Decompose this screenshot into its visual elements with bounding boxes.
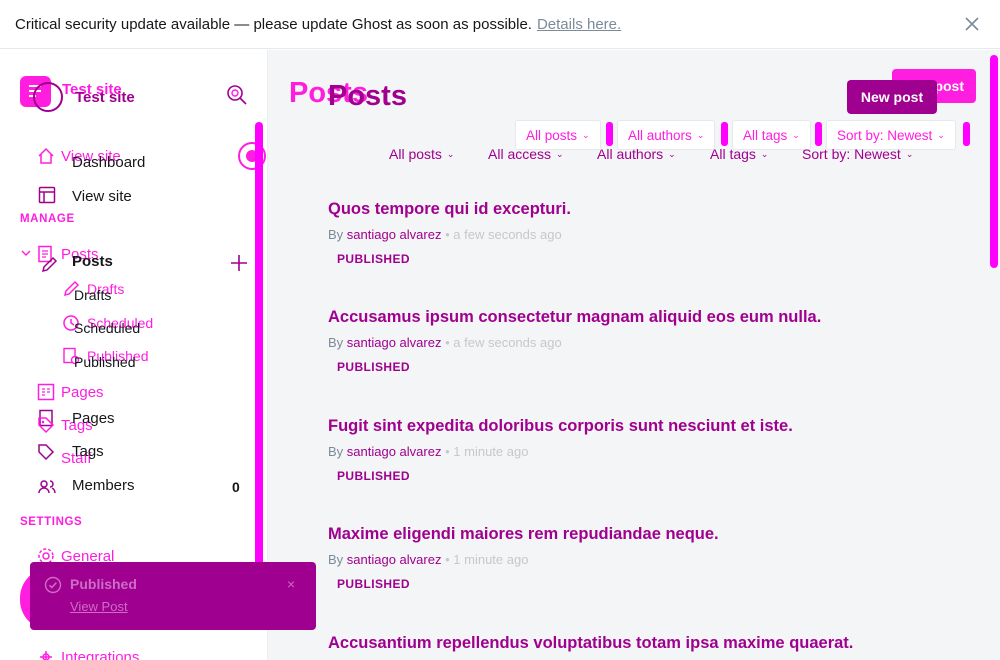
list-item[interactable]: Quos tempore qui id excepturi. By santia… xyxy=(328,200,571,266)
filter-divider xyxy=(815,122,822,146)
view-post-link[interactable]: View Post xyxy=(70,599,128,614)
search-icon[interactable] xyxy=(226,84,248,106)
filter-authors[interactable]: All authors ⌄ xyxy=(597,146,676,162)
post-by: By xyxy=(328,444,344,459)
status-badge: PUBLISHED xyxy=(337,577,410,591)
post-title[interactable]: Fugit sint expedita doloribus corporis s… xyxy=(328,417,793,436)
filter-divider xyxy=(963,122,970,146)
filter-ghost-tags-label: All tags xyxy=(743,127,788,143)
filter-tags-label: All tags xyxy=(710,146,756,162)
post-time: a few seconds ago xyxy=(453,335,562,350)
post-author: santiago alvarez xyxy=(346,227,442,242)
filter-access[interactable]: All access ⌄ xyxy=(488,146,564,162)
new-post-button[interactable]: New post xyxy=(847,80,937,114)
section-settings: SETTINGS xyxy=(20,516,83,528)
security-banner: Critical security update available — ple… xyxy=(0,0,1000,49)
list-item[interactable]: Fugit sint expedita doloribus corporis s… xyxy=(328,417,793,483)
integrations-icon xyxy=(40,651,52,660)
status-badge: PUBLISHED xyxy=(337,252,410,266)
filter-ghost-authors-label: All authors xyxy=(628,127,692,143)
filter-authors-label: All authors xyxy=(597,146,664,162)
chevron-down-icon: ⌄ xyxy=(760,148,769,159)
post-meta: By santiago alvarez • a few seconds ago xyxy=(328,335,562,350)
banner-text: Critical security update available — ple… xyxy=(15,15,532,33)
list-item[interactable]: Maxime eligendi maiores rem repudiandae … xyxy=(328,525,719,591)
close-icon[interactable] xyxy=(962,14,982,34)
post-time: a few seconds ago xyxy=(453,227,562,242)
nav-ghost-integrations[interactable]: Integrations xyxy=(61,649,139,660)
post-meta: By santiago alvarez • 1 minute ago xyxy=(328,444,529,459)
main-scrollbar[interactable] xyxy=(990,55,998,268)
list-item[interactable]: Accusantium repellendus voluptatibus tot… xyxy=(328,634,853,653)
chevron-down-icon: ⌄ xyxy=(668,148,676,159)
filter-access-label: All access xyxy=(488,146,552,162)
nav-ghost-pages[interactable]: Pages xyxy=(61,384,104,401)
main-content: Posts Posts post New post All posts ⌄ All… xyxy=(268,50,1000,660)
post-time: 1 minute ago xyxy=(453,444,529,459)
nav-view-site[interactable]: View site xyxy=(72,188,132,205)
post-title[interactable]: Accusantium repellendus voluptatibus tot… xyxy=(328,634,853,653)
close-icon[interactable]: × xyxy=(287,576,295,592)
site-title[interactable]: Test site xyxy=(75,89,135,106)
banner-details-link[interactable]: Details here. xyxy=(537,16,621,33)
tag-icon xyxy=(38,417,55,434)
members-icon xyxy=(38,480,56,494)
nav-posts[interactable]: Posts xyxy=(72,253,113,270)
post-by: By xyxy=(328,552,344,567)
page-title: Posts xyxy=(328,80,407,112)
filter-sort[interactable]: Sort by: Newest ⌄ xyxy=(802,146,913,162)
chevron-down-icon[interactable] xyxy=(20,247,32,259)
filter-posts-label: All posts xyxy=(389,146,442,162)
filter-divider xyxy=(721,122,728,146)
nav-pages[interactable]: Pages xyxy=(72,410,115,427)
status-badge: PUBLISHED xyxy=(337,360,410,374)
status-badge: PUBLISHED xyxy=(337,469,410,483)
post-author: santiago alvarez xyxy=(346,552,442,567)
nav-drafts[interactable]: Drafts xyxy=(74,287,111,303)
check-circle-icon xyxy=(44,576,62,594)
chevron-down-icon: ⌄ xyxy=(792,129,800,140)
home-icon xyxy=(38,147,54,164)
chevron-down-icon: ⌄ xyxy=(937,129,945,140)
post-title[interactable]: Quos tempore qui id excepturi. xyxy=(328,200,571,219)
filter-ghost-sort-label: Sort by: Newest xyxy=(837,127,933,143)
section-manage: MANAGE xyxy=(20,213,75,225)
post-author: santiago alvarez xyxy=(346,444,442,459)
chevron-down-icon: ⌄ xyxy=(696,129,705,140)
post-by: By xyxy=(328,227,344,242)
post-by: By xyxy=(328,335,344,350)
nav-tags[interactable]: Tags xyxy=(72,443,104,460)
post-time: 1 minute ago xyxy=(453,552,529,567)
pages-icon xyxy=(37,383,55,401)
members-count: 0 xyxy=(232,479,240,495)
plus-icon[interactable] xyxy=(228,252,250,274)
chevron-down-icon: ⌄ xyxy=(446,148,455,159)
post-author: santiago alvarez xyxy=(346,335,442,350)
chevron-down-icon: ⌄ xyxy=(556,148,564,159)
sidebar-scrollbar[interactable] xyxy=(255,122,263,597)
tag-icon-dark xyxy=(38,444,55,461)
list-item[interactable]: Accusamus ipsum consectetur magnam aliqu… xyxy=(328,308,821,374)
toast-notification: Published View Post × xyxy=(30,562,316,630)
nav-scheduled[interactable]: Scheduled xyxy=(74,320,140,336)
layout-icon xyxy=(38,186,56,204)
filter-tags[interactable]: All tags ⌄ xyxy=(710,146,768,162)
nav-members[interactable]: Members xyxy=(72,477,135,494)
post-meta: By santiago alvarez • a few seconds ago xyxy=(328,227,562,242)
chevron-down-icon: ⌄ xyxy=(905,148,914,159)
chevron-down-icon: ⌄ xyxy=(582,129,590,140)
site-logo-outline xyxy=(33,82,63,112)
nav-dashboard[interactable]: Dashboard xyxy=(72,154,145,171)
post-title[interactable]: Accusamus ipsum consectetur magnam aliqu… xyxy=(328,308,821,327)
filter-ghost-posts-label: All posts xyxy=(526,127,578,143)
filter-posts[interactable]: All posts ⌄ xyxy=(389,146,454,162)
filter-divider xyxy=(606,122,613,146)
filter-sort-label: Sort by: Newest xyxy=(802,146,901,162)
post-meta: By santiago alvarez • 1 minute ago xyxy=(328,552,529,567)
nav-published[interactable]: Published xyxy=(74,354,136,370)
toast-message: Published xyxy=(70,576,137,592)
edit-icon xyxy=(41,256,58,273)
post-title[interactable]: Maxime eligendi maiores rem repudiandae … xyxy=(328,525,719,544)
